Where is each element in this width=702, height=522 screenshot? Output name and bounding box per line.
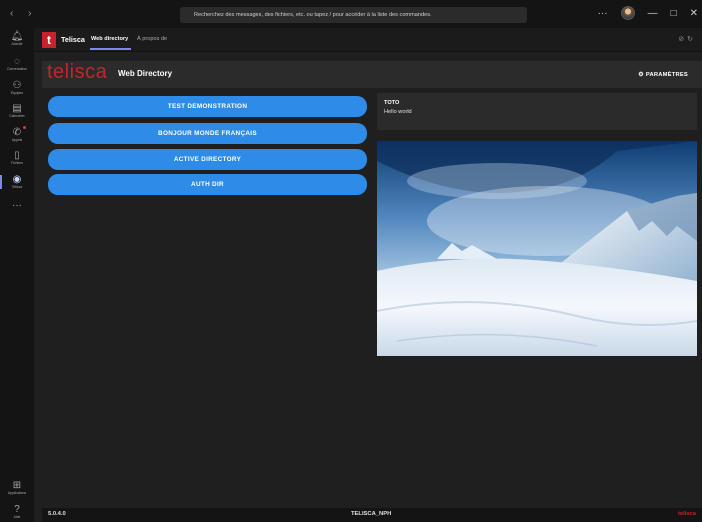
rail-item-help[interactable]: ? Aide bbox=[0, 504, 34, 520]
maximize-button[interactable]: □ bbox=[671, 8, 677, 19]
phone-icon: ✆ bbox=[12, 127, 22, 138]
rail-item-files[interactable]: ▯ Fichiers bbox=[0, 150, 34, 166]
settings-label: PARAMÈTRES bbox=[645, 72, 688, 78]
title-bar: ‹ › Recherchez des messages, des fichier… bbox=[0, 0, 702, 28]
rail-item-activity[interactable]: 🔔︎ Activité bbox=[0, 31, 34, 47]
telisca-logo-icon: t bbox=[42, 32, 56, 48]
directory-button-test-demonstration[interactable]: TEST DEMONSTRATION bbox=[48, 96, 367, 117]
web-directory-bar: telisca Web Directory ⚙ PARAMÈTRES bbox=[42, 61, 702, 88]
avatar[interactable] bbox=[620, 6, 635, 20]
version-label: 5.0.4.0 bbox=[48, 511, 66, 517]
header-actions: ⊘↻ bbox=[678, 35, 696, 43]
telisca-wordmark: telisca bbox=[47, 61, 108, 83]
rail-item-more[interactable]: ··· bbox=[0, 200, 34, 211]
settings-button[interactable]: ⚙ PARAMÈTRES bbox=[638, 71, 688, 78]
bell-icon: 🔔︎ bbox=[10, 31, 24, 42]
rail-item-telisca[interactable]: ◉ Telisca bbox=[0, 174, 34, 190]
tab-web-directory[interactable]: Web directory bbox=[91, 36, 128, 42]
info-text: Hello world bbox=[384, 109, 412, 115]
rail-item-teams[interactable]: ⚇ Équipes bbox=[0, 80, 34, 96]
rail-item-chat[interactable]: ◌ Conversation bbox=[0, 56, 34, 72]
calendar-icon: ▤ bbox=[12, 103, 22, 114]
app-name: Telisca bbox=[61, 35, 85, 44]
rail-item-calls[interactable]: ✆ Appels bbox=[0, 126, 34, 143]
app-header: t Telisca Web directory À propos de ⊘↻ bbox=[34, 28, 702, 52]
more-icon: ··· bbox=[12, 200, 22, 211]
help-icon: ? bbox=[14, 504, 20, 515]
footer: 5.0.4.0 TELISCA_NPH telisca bbox=[42, 508, 702, 522]
snow-landscape-image bbox=[377, 141, 697, 356]
site-label: TELISCA_NPH bbox=[351, 511, 392, 517]
teams-icon: ⚇ bbox=[12, 80, 22, 91]
refresh-icon[interactable]: ↻ bbox=[687, 36, 696, 43]
rail-item-calendar[interactable]: ▤ Calendrier bbox=[0, 103, 34, 119]
file-icon: ▯ bbox=[14, 150, 20, 161]
page-title: Web Directory bbox=[118, 69, 173, 78]
close-button[interactable]: ✕ bbox=[690, 8, 698, 19]
gear-icon: ⚙ bbox=[638, 72, 644, 78]
chat-icon: ◌ bbox=[14, 56, 20, 67]
tab-about[interactable]: À propos de bbox=[137, 36, 167, 42]
active-tab-indicator bbox=[90, 48, 131, 50]
directory-button-active-directory[interactable]: ACTIVE DIRECTORY bbox=[48, 149, 367, 170]
window-controls: ··· — □ ✕ bbox=[598, 6, 698, 20]
back-forward-arrows[interactable]: ‹ › bbox=[10, 8, 37, 19]
globe-icon[interactable]: ⊘ bbox=[678, 36, 687, 43]
telisca-icon: ◉ bbox=[12, 174, 22, 185]
directory-button-bonjour-monde[interactable]: BONJOUR MONDE FRANÇAIS bbox=[48, 123, 367, 144]
apps-icon: ⊞ bbox=[12, 480, 22, 491]
directory-button-auth-dir[interactable]: AUTH DIR bbox=[48, 174, 367, 195]
notification-dot bbox=[23, 126, 26, 129]
info-card: TOTO Hello world bbox=[377, 93, 697, 130]
info-title: TOTO bbox=[384, 100, 400, 106]
minimize-button[interactable]: — bbox=[648, 8, 658, 19]
app-rail: 🔔︎ Activité ◌ Conversation ⚇ Équipes ▤ C… bbox=[0, 28, 34, 522]
more-options-icon[interactable]: ··· bbox=[598, 8, 608, 19]
search-input[interactable]: Recherchez des messages, des fichiers, e… bbox=[180, 7, 527, 23]
rail-item-apps[interactable]: ⊞ Applications bbox=[0, 480, 34, 496]
footer-brand: telisca bbox=[677, 511, 696, 517]
